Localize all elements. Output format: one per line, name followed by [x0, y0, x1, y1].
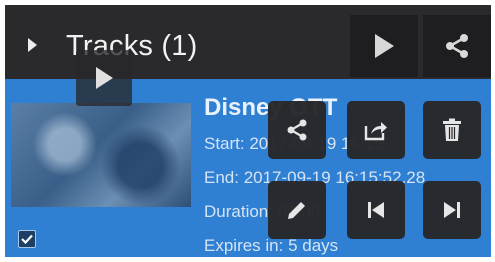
- share-all-button[interactable]: [423, 15, 491, 77]
- share-icon: [287, 119, 307, 141]
- export-track-button[interactable]: [347, 101, 405, 159]
- skip-to-end-icon: [444, 202, 460, 218]
- edit-track-button[interactable]: [268, 181, 326, 239]
- play-all-button[interactable]: [350, 15, 418, 77]
- track-expires: Expires in: 5 days: [204, 236, 339, 255]
- skip-to-start-button[interactable]: [347, 181, 405, 239]
- skip-to-start-icon: [368, 202, 384, 218]
- play-icon: [375, 34, 394, 58]
- skip-to-end-button[interactable]: [423, 181, 481, 239]
- edit-icon: [288, 202, 305, 219]
- thumbnail-play-button[interactable]: [76, 50, 132, 106]
- play-icon: [96, 67, 113, 89]
- share-track-button[interactable]: [268, 101, 326, 159]
- delete-icon: [443, 118, 461, 141]
- export-icon: [364, 122, 387, 141]
- checkmark-icon: [21, 234, 33, 244]
- caret-right-icon[interactable]: [28, 38, 37, 52]
- track-select-checkbox[interactable]: [18, 230, 36, 248]
- delete-track-button[interactable]: [423, 101, 481, 159]
- share-icon: [446, 34, 468, 58]
- track-thumbnail: [11, 103, 191, 207]
